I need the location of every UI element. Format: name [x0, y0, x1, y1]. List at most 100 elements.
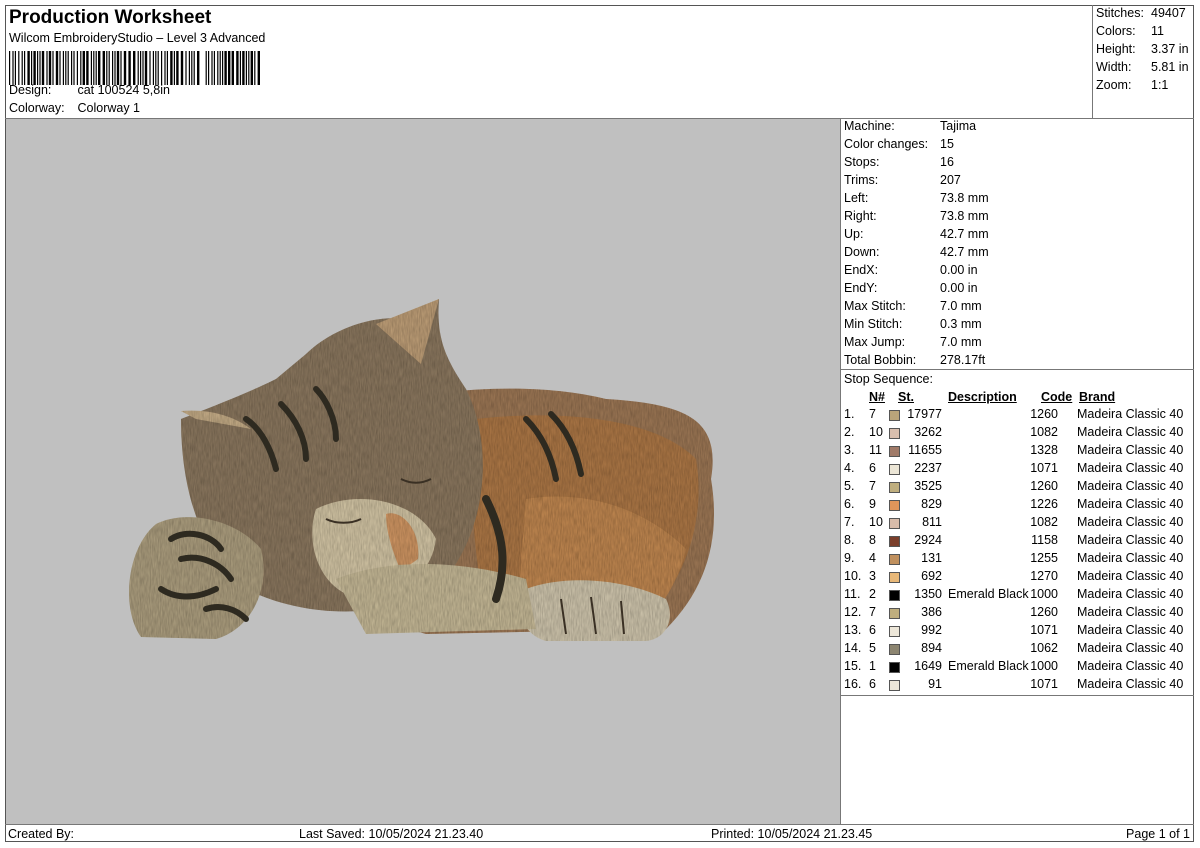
machine-info-value: 15: [940, 137, 954, 151]
needle-number: 9: [869, 497, 876, 511]
color-swatch: [889, 410, 900, 421]
machine-info-value: 278.17ft: [940, 353, 986, 367]
barcode-bar: [98, 51, 101, 85]
barcode-bar: [193, 51, 195, 85]
thread-description: Emerald Black: [948, 659, 1029, 673]
barcode-bar: [95, 51, 97, 85]
header-code: Code: [1041, 390, 1073, 404]
barcode-bar: [217, 51, 219, 85]
design-value: cat 100524 5,8in: [77, 83, 170, 97]
row-index: 6.: [844, 497, 855, 511]
stop-sequence-row: 16. 6 91 1071 Madeira Classic 40: [841, 677, 1193, 695]
machine-info-value: 73.8 mm: [940, 209, 989, 223]
thread-code: 1000: [1030, 587, 1058, 601]
barcode-bar: [46, 51, 48, 85]
thread-brand: Madeira Classic 40: [1077, 551, 1184, 565]
header-brand: Brand: [1079, 390, 1116, 404]
thread-code: 1158: [1031, 533, 1058, 547]
machine-info-value: 73.8 mm: [940, 191, 989, 205]
barcode-bar: [76, 51, 78, 85]
barcode-bar: [55, 51, 59, 85]
barcode-bar: [114, 51, 116, 85]
barcode-bar: [12, 51, 14, 85]
machine-info-label: EndX:: [844, 263, 879, 277]
summary-stitches: Stitches: 49407: [1096, 6, 1186, 20]
machine-info-label: Trims:: [844, 173, 879, 187]
barcode-bar: [231, 51, 234, 85]
barcode-bar: [123, 51, 127, 85]
header-st: St.: [898, 390, 914, 404]
barcode-bar: [208, 51, 210, 85]
stitch-count: 17977: [907, 407, 942, 421]
stop-sequence-row: 1. 7 17977 1260 Madeira Classic 40: [841, 407, 1193, 425]
needle-number: 7: [869, 605, 876, 619]
machine-info-value: Tajima: [940, 119, 977, 133]
needle-number: 8: [869, 533, 876, 547]
machine-info-label: Down:: [844, 245, 880, 259]
machine-info-row: EndX: 0.00 in: [844, 263, 978, 277]
color-swatch: [889, 680, 900, 691]
color-swatch: [889, 662, 900, 673]
barcode-bar: [166, 51, 168, 85]
color-swatch: [889, 518, 900, 529]
barcode-bar: [197, 51, 200, 85]
machine-info-row: Min Stitch: 0.3 mm: [844, 317, 982, 331]
barcode-bar: [161, 51, 163, 85]
barcode-bar: [133, 51, 136, 85]
row-index: 1.: [844, 407, 855, 421]
machine-info-row: Stops: 16: [844, 155, 954, 169]
machine-info-row: Down: 42.7 mm: [844, 245, 989, 259]
thread-code: 1000: [1030, 659, 1058, 673]
machine-info-value: 207: [940, 173, 961, 187]
machine-info-value: 42.7 mm: [940, 245, 989, 259]
color-swatch: [889, 464, 900, 475]
stitch-count: 91: [928, 677, 942, 691]
machine-info-value: 42.7 mm: [940, 227, 989, 241]
row-index: 3.: [844, 443, 855, 457]
barcode-bar: [224, 51, 227, 85]
machine-info-row: Color changes: 15: [844, 137, 954, 151]
stop-sequence-row: 8. 8 2924 1158 Madeira Classic 40: [841, 533, 1193, 551]
color-swatch: [889, 428, 900, 439]
stitch-count: 3262: [914, 425, 942, 439]
barcode-bar: [102, 51, 105, 85]
thread-code: 1071: [1030, 677, 1058, 691]
needle-number: 10: [869, 515, 883, 529]
stitch-count: 3525: [914, 479, 942, 493]
barcode-bar: [67, 51, 69, 85]
barcode-bar: [185, 51, 187, 85]
machine-info-label: Left:: [844, 191, 869, 205]
thread-code: 1226: [1030, 497, 1058, 511]
needle-number: 3: [869, 569, 876, 583]
needle-number: 6: [869, 623, 876, 637]
summary-height: Height: 3.37 in: [1096, 42, 1189, 56]
last-saved: Last Saved: 10/05/2024 21.23.40: [299, 827, 484, 841]
machine-info-row: Max Stitch: 7.0 mm: [844, 299, 982, 313]
thread-brand: Madeira Classic 40: [1077, 587, 1184, 601]
thread-code: 1255: [1030, 551, 1058, 565]
header-n: N#: [869, 390, 885, 404]
thread-brand: Madeira Classic 40: [1077, 605, 1184, 619]
thread-code: 1260: [1030, 605, 1058, 619]
barcode-bar: [41, 51, 45, 85]
color-swatch: [889, 590, 900, 601]
barcode-bar: [228, 51, 231, 85]
design-label: Design:: [9, 83, 52, 97]
thread-code: 1082: [1030, 425, 1058, 439]
row-index: 8.: [844, 533, 855, 547]
printed-date: Printed: 10/05/2024 21.23.45: [711, 827, 873, 841]
thread-brand: Madeira Classic 40: [1077, 641, 1184, 655]
machine-info-value: 16: [940, 155, 954, 169]
barcode-bar: [116, 51, 120, 85]
barcode-bar: [9, 51, 11, 85]
stop-sequence-row: 2. 10 3262 1082 Madeira Classic 40: [841, 425, 1193, 443]
stop-sequence-row: 4. 6 2237 1071 Madeira Classic 40: [841, 461, 1193, 479]
stop-sequence-row: 14. 5 894 1062 Madeira Classic 40: [841, 641, 1193, 659]
header-description: Description: [948, 390, 1017, 404]
barcode-bar: [59, 51, 61, 85]
created-by: Created By:: [8, 827, 75, 841]
barcode-bar: [254, 51, 256, 85]
needle-number: 6: [869, 461, 876, 475]
barcode-bar: [27, 51, 30, 85]
thread-description: Emerald Black: [948, 587, 1029, 601]
